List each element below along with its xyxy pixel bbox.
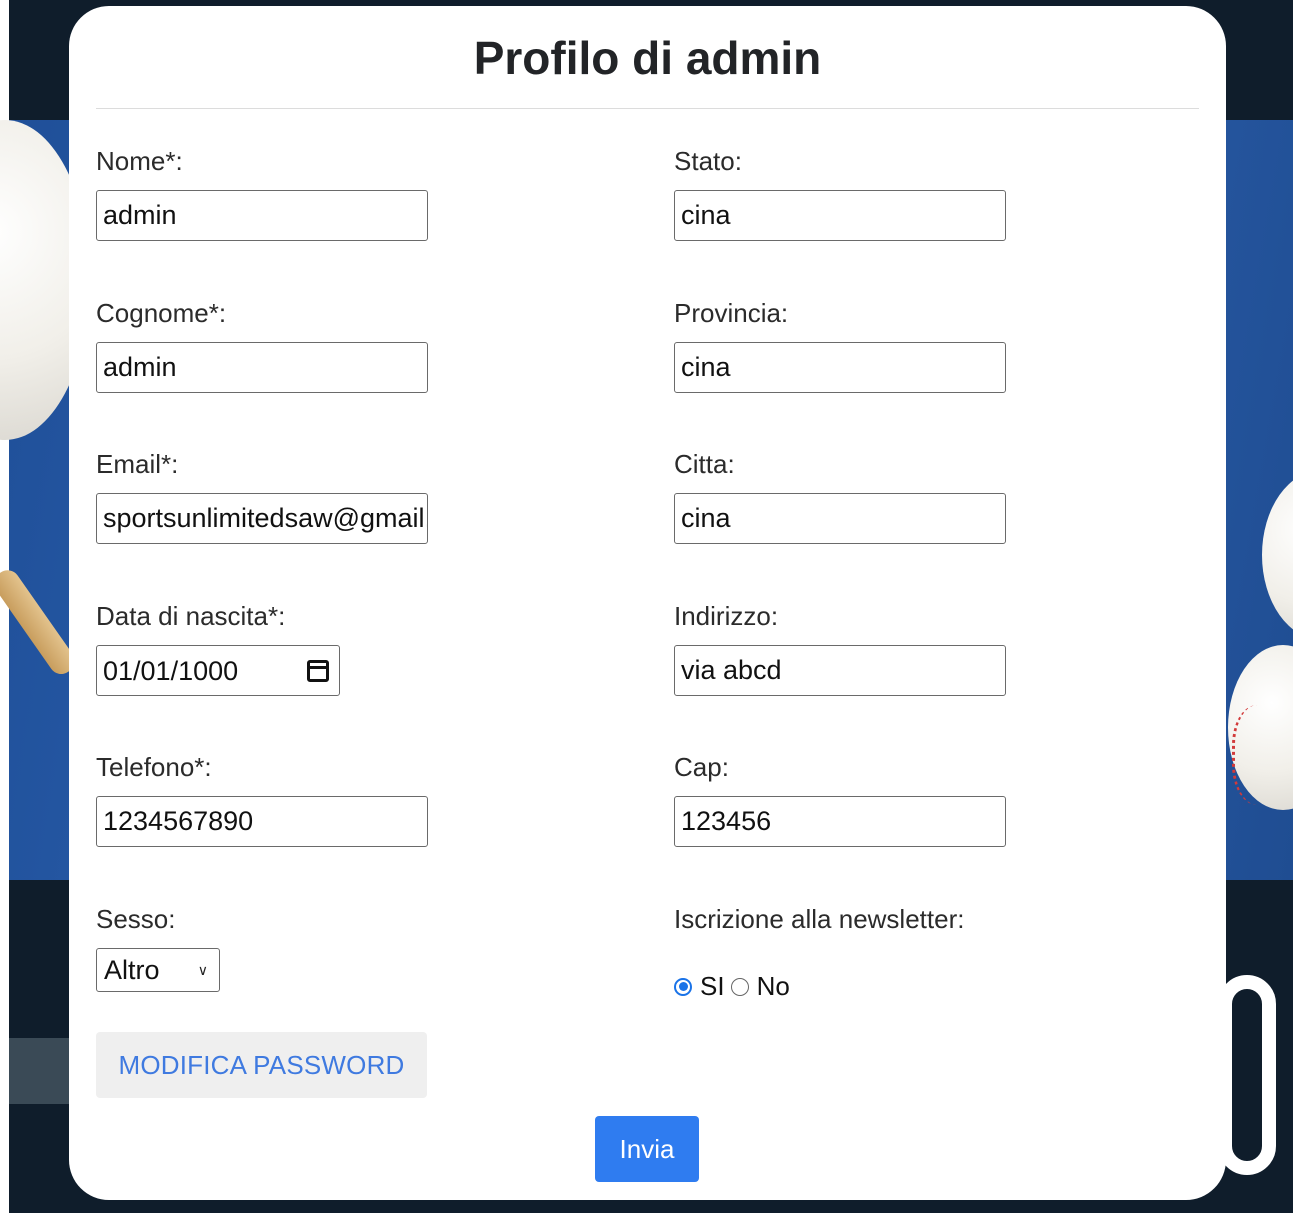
cap-group: Cap: 123456 — [674, 752, 1006, 847]
sesso-selected-value: Altro — [104, 954, 160, 985]
newsletter-si-radio[interactable] — [674, 977, 692, 996]
provincia-group: Provincia: cina — [674, 298, 1006, 393]
sesso-group: Sesso: Altro ∨ — [96, 904, 220, 992]
sesso-select[interactable]: Altro ∨ — [96, 948, 220, 992]
email-input[interactable]: sportsunlimitedsaw@gmail.com — [96, 493, 428, 544]
indirizzo-group: Indirizzo: via abcd — [674, 601, 1006, 696]
chevron-down-icon: ∨ — [197, 961, 208, 978]
stato-group: Stato: cina — [674, 146, 1006, 241]
nome-input[interactable]: admin — [96, 190, 428, 241]
newsletter-label: Iscrizione alla newsletter: — [674, 904, 965, 934]
newsletter-radio-group: SI No — [674, 971, 796, 1002]
birthdate-label: Data di nascita*: — [96, 601, 286, 631]
citta-label: Citta: — [674, 449, 735, 479]
newsletter-no-label[interactable]: No — [757, 971, 790, 1002]
profile-card: Profilo di admin Nome*: admin Cognome*: … — [69, 6, 1226, 1200]
citta-input[interactable]: cina — [674, 493, 1006, 544]
provincia-input[interactable]: cina — [674, 342, 1006, 393]
title-divider — [96, 108, 1199, 109]
change-password-button[interactable]: MODIFICA PASSWORD — [96, 1032, 427, 1098]
nome-group: Nome*: admin — [96, 146, 428, 241]
telefono-label: Telefono*: — [96, 752, 212, 782]
cognome-group: Cognome*: admin — [96, 298, 428, 393]
submit-button[interactable]: Invia — [595, 1116, 699, 1182]
provincia-label: Provincia: — [674, 298, 789, 328]
cap-label: Cap: — [674, 752, 729, 782]
birthdate-value: 01/01/1000 — [103, 655, 239, 686]
newsletter-group: Iscrizione alla newsletter: SI No — [674, 904, 965, 1001]
newsletter-si-label[interactable]: SI — [700, 971, 725, 1002]
email-label: Email*: — [96, 449, 179, 479]
baseball-stitch-graphic — [1232, 705, 1293, 805]
calendar-icon[interactable] — [307, 659, 329, 682]
newsletter-no-radio[interactable] — [730, 977, 749, 996]
nome-label: Nome*: — [96, 146, 183, 176]
background-digit-graphic — [1218, 975, 1276, 1175]
indirizzo-input[interactable]: via abcd — [674, 645, 1006, 696]
citta-group: Citta: cina — [674, 449, 1006, 544]
cap-input[interactable]: 123456 — [674, 796, 1006, 847]
telefono-group: Telefono*: 1234567890 — [96, 752, 428, 847]
sesso-label: Sesso: — [96, 904, 176, 934]
birthdate-group: Data di nascita*: 01/01/1000 — [96, 601, 340, 696]
email-group: Email*: sportsunlimitedsaw@gmail.com — [96, 449, 428, 544]
indirizzo-label: Indirizzo: — [674, 601, 779, 631]
telefono-input[interactable]: 1234567890 — [96, 796, 428, 847]
page-title: Profilo di admin — [473, 32, 822, 84]
cognome-label: Cognome*: — [96, 298, 227, 328]
stato-label: Stato: — [674, 146, 742, 176]
stato-input[interactable]: cina — [674, 190, 1006, 241]
birthdate-input[interactable]: 01/01/1000 — [96, 645, 340, 696]
cognome-input[interactable]: admin — [96, 342, 428, 393]
